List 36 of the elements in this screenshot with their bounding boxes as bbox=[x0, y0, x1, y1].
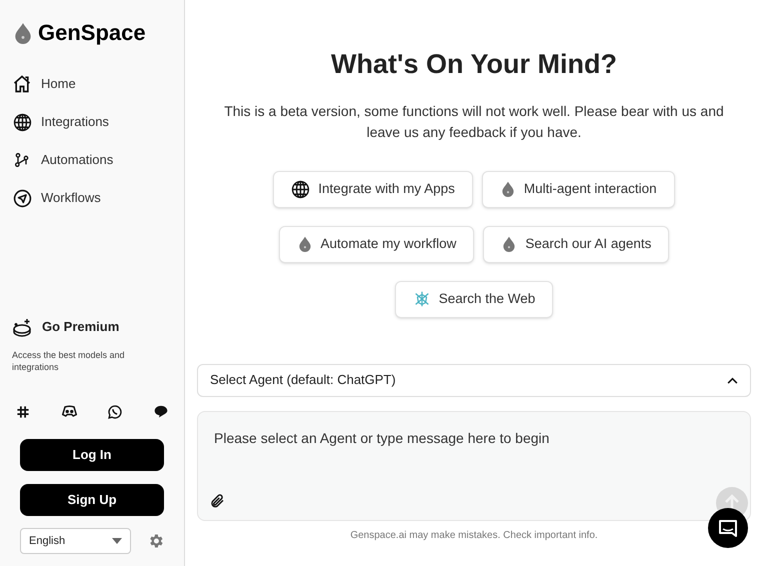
dropdown-arrow-icon bbox=[112, 538, 122, 544]
chat-bubble-icon[interactable] bbox=[154, 405, 168, 418]
game-controller-icon[interactable] bbox=[62, 405, 77, 418]
nav-item[interactable]: Automations bbox=[12, 141, 172, 179]
disclaimer: Genspace.ai may make mistakes. Check important info. bbox=[350, 528, 598, 542]
globe-icon bbox=[291, 180, 310, 198]
drop-icon bbox=[500, 181, 516, 197]
premium-description: Access the best models and integrations bbox=[12, 349, 126, 373]
signup-button[interactable]: Sign Up bbox=[20, 484, 164, 516]
suggestion-button[interactable]: Automate my workflow bbox=[278, 226, 474, 262]
home-icon bbox=[12, 74, 32, 94]
nav-item[interactable]: Integrations bbox=[12, 103, 172, 141]
suggestion-button[interactable]: Integrate with my Apps bbox=[273, 170, 473, 208]
login-button[interactable]: Log In bbox=[20, 439, 164, 471]
suggestion-button[interactable]: Search the Web bbox=[394, 280, 554, 318]
globe-icon bbox=[12, 112, 32, 132]
phone-bubble-icon[interactable] bbox=[108, 405, 122, 419]
agent-select[interactable]: Select Agent (default: ChatGPT) bbox=[197, 364, 751, 396]
chat-launcher-button[interactable] bbox=[708, 508, 748, 548]
message-field[interactable]: Please select an Agent or type message here to begin bbox=[197, 410, 751, 520]
nav-item[interactable]: Home bbox=[12, 65, 172, 103]
suggestion-button[interactable]: Multi-agent interaction bbox=[482, 170, 675, 208]
drop-icon bbox=[501, 236, 518, 252]
paperclip-icon[interactable] bbox=[209, 492, 225, 508]
page-title: What's On Your Mind? bbox=[331, 48, 617, 81]
spider-web-icon bbox=[412, 290, 431, 308]
brand-name: GenSpace bbox=[38, 19, 146, 47]
beta-notice: This is a beta version, some functions will not work well. Please bear with us and leave us any feedback if you have. bbox=[223, 102, 725, 142]
nodes-icon bbox=[14, 152, 30, 168]
send-icon bbox=[12, 188, 32, 208]
nav-item[interactable]: Workflows bbox=[12, 179, 172, 217]
language-select[interactable]: English bbox=[20, 528, 131, 554]
drop-icon bbox=[296, 236, 313, 252]
coin-sparkle-icon bbox=[12, 317, 34, 337]
premium-title: Go Premium bbox=[42, 318, 120, 336]
suggestion-button[interactable]: Search our AI agents bbox=[483, 226, 670, 262]
